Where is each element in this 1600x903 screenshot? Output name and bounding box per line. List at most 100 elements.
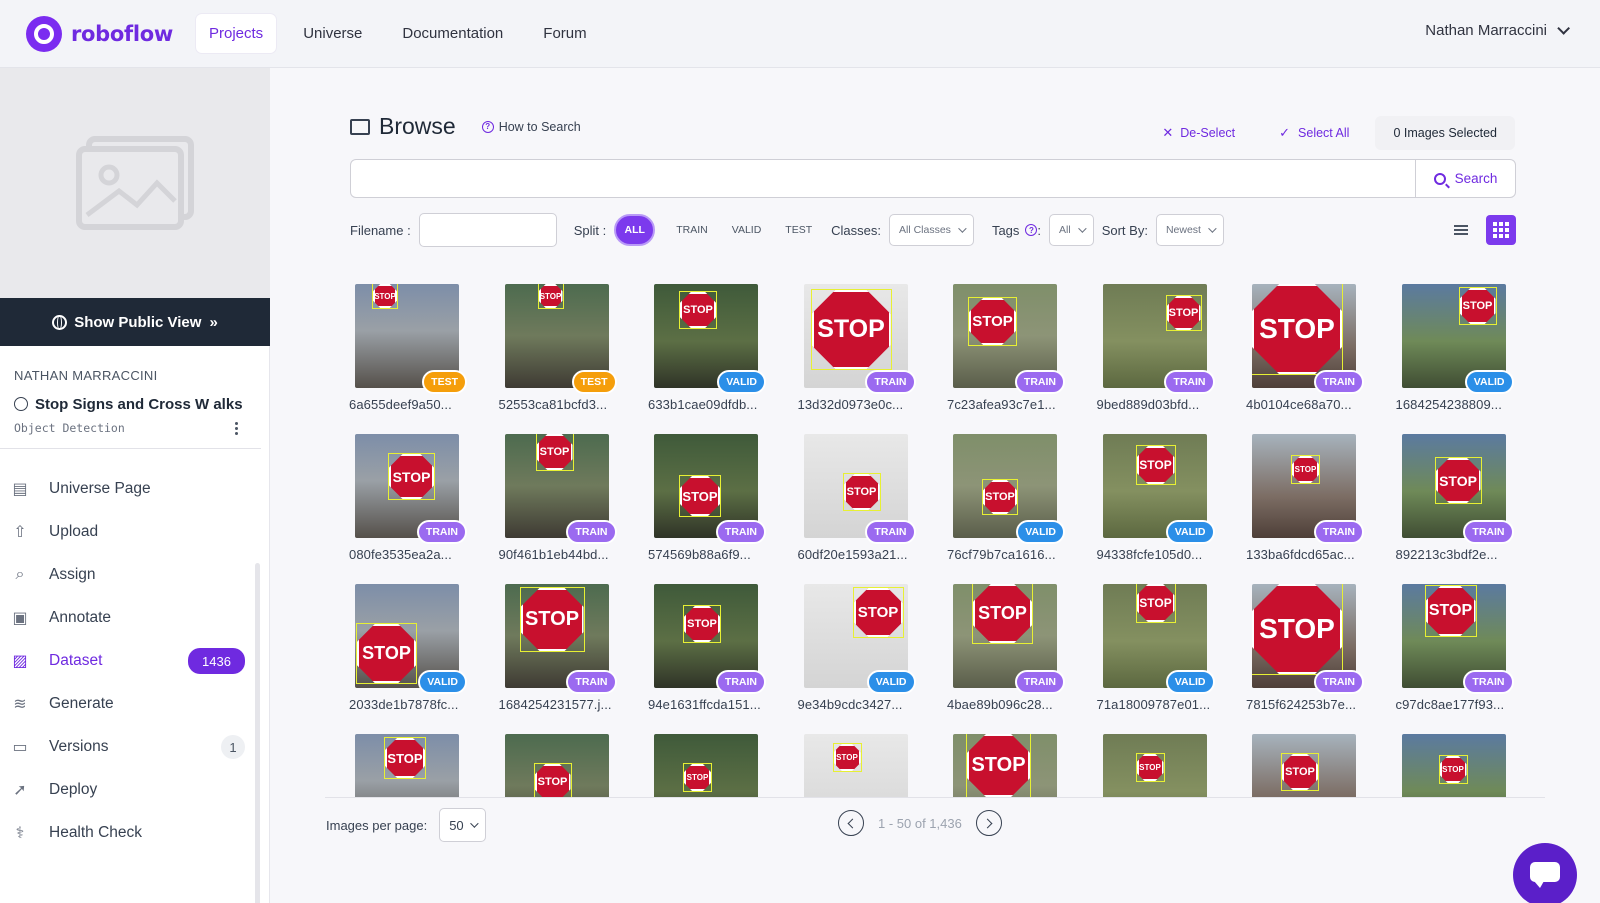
image-card[interactable]: STOP TRAIN 7815f624253b7e... [1246,584,1364,712]
image-card[interactable]: STOP TRAIN 13d32d0973e0c... [798,284,916,412]
split-test[interactable]: TEST [776,214,821,246]
image-thumbnail[interactable]: STOP [1401,734,1506,797]
search-input[interactable] [351,160,1415,197]
image-thumbnail[interactable]: STOP TRAIN [654,434,766,544]
sidebar-item-deploy[interactable]: ➚ Deploy [0,768,269,811]
image-thumbnail[interactable]: STOP [1252,734,1356,797]
image-card[interactable]: STOP TRAIN 90f461b1eb44bd... [499,434,617,562]
image-thumbnail[interactable]: STOP VALID [953,434,1065,544]
image-card[interactable]: STOP TEST 6a655deef9a50... [349,284,467,412]
question-icon[interactable]: ? [1025,224,1038,236]
image-card[interactable]: STOP TRAIN 080fe3535ea2a... [349,434,467,562]
prev-page-button[interactable] [838,810,864,836]
image-thumbnail[interactable]: STOP VALID [355,584,467,694]
image-card[interactable]: STOP TEST 52553ca81bcfd3... [499,284,617,412]
sidebar-scrollbar[interactable] [255,563,260,903]
split-all[interactable]: ALL [614,214,656,246]
image-thumbnail[interactable]: STOP TRAIN [1252,584,1364,694]
sidebar-item-annotate[interactable]: ▣ Annotate [0,596,269,639]
image-thumbnail[interactable]: STOP [1102,734,1207,797]
image-thumbnail[interactable]: STOP TRAIN [953,284,1065,394]
image-thumbnail[interactable]: STOP TRAIN [803,284,916,394]
image-card[interactable]: STOP VALID 2033de1b7878fc... [349,584,467,712]
image-card[interactable]: STOP TRAIN 94e1631ffcda151... [648,584,766,712]
image-thumbnail[interactable]: STOP TRAIN [1102,284,1215,394]
image-thumbnail[interactable]: STOP [654,734,758,797]
image-card[interactable]: STOP TRAIN c97dc8ae177f93... [1396,584,1514,712]
list-view-icon[interactable] [1454,225,1468,235]
sidebar-item-health-check[interactable]: ⚕ Health Check [0,811,269,854]
image-thumbnail[interactable]: STOP [355,734,459,797]
sidebar-item-generate[interactable]: ≋ Generate [0,682,269,725]
image-card[interactable]: STOP [1401,734,1506,797]
grid-view-icon[interactable] [1486,215,1516,245]
per-page-dropdown[interactable]: 50 [439,808,486,842]
image-thumbnail[interactable]: STOP TRAIN [803,434,916,544]
sidebar-item-versions[interactable]: ▭ Versions 1 [0,725,269,768]
image-thumbnail[interactable]: STOP [504,734,609,797]
image-card[interactable]: STOP TRAIN 4b0104ce68a70... [1246,284,1364,412]
search-button[interactable]: Search [1415,160,1515,197]
image-card[interactable]: STOP VALID 1684254238809... [1396,284,1514,412]
image-thumbnail[interactable]: STOP TRAIN [654,584,766,694]
sidebar-item-dataset[interactable]: ▨ Dataset 1436 [0,639,269,682]
image-grid-scroll[interactable]: STOP TEST 6a655deef9a50... STOP TEST 52553ca8… [325,266,1545,798]
image-thumbnail[interactable]: STOP TRAIN [1401,584,1514,694]
image-card[interactable]: STOP TRAIN 7c23afea93c7e1... [947,284,1065,412]
image-card[interactable]: STOP VALID 9e34b9cdc3427... [798,584,916,712]
image-card[interactable]: STOP TRAIN 1684254231577.j... [499,584,617,712]
show-public-view-button[interactable]: Show Public View » [0,298,270,346]
sort-dropdown[interactable]: Newest [1155,214,1224,246]
image-card[interactable]: STOP TRAIN 133ba6fdcd65ac... [1246,434,1364,562]
chat-button[interactable] [1513,843,1577,903]
image-thumbnail[interactable]: STOP TRAIN [1252,284,1364,394]
image-thumbnail[interactable]: STOP TRAIN [504,434,617,544]
image-card[interactable]: STOP [654,734,758,797]
image-card[interactable]: STOP [1252,734,1356,797]
image-thumbnail[interactable]: STOP VALID [654,284,766,394]
project-name[interactable]: Stop Signs and Cross W alks [14,394,255,415]
image-card[interactable]: STOP [355,734,459,797]
classes-dropdown[interactable]: All Classes [889,214,974,246]
image-card[interactable]: STOP [803,734,908,797]
image-card[interactable]: STOP VALID 633b1cae09dfdb... [648,284,766,412]
image-card[interactable]: STOP [953,734,1057,797]
image-thumbnail[interactable]: STOP TEST [504,284,617,394]
image-thumbnail[interactable]: STOP TEST [355,284,467,394]
image-thumbnail[interactable]: STOP [803,734,908,797]
image-thumbnail[interactable]: STOP [953,734,1057,797]
image-thumbnail[interactable]: STOP VALID [1401,284,1514,394]
filename-input[interactable] [418,213,557,247]
image-thumbnail[interactable]: STOP VALID [1102,584,1215,694]
image-thumbnail[interactable]: STOP TRAIN [355,434,467,544]
nav-forum[interactable]: Forum [530,14,599,53]
sidebar-item-assign[interactable]: ⌕ Assign [0,553,269,596]
user-menu[interactable]: Nathan Marraccini [1425,22,1570,39]
image-card[interactable]: STOP TRAIN 574569b88a6f9... [648,434,766,562]
image-thumbnail[interactable]: STOP VALID [1102,434,1215,544]
select-all-button[interactable]: ✓ Select All [1279,125,1349,141]
kebab-menu-icon[interactable] [235,421,239,435]
sidebar-item-upload[interactable]: ⇧ Upload [0,510,269,553]
image-thumbnail[interactable]: STOP TRAIN [504,584,617,694]
split-train[interactable]: TRAIN [667,214,717,246]
nav-documentation[interactable]: Documentation [389,14,516,53]
image-card[interactable]: STOP [504,734,609,797]
image-card[interactable]: STOP VALID 76cf79b7ca1616... [947,434,1065,562]
image-thumbnail[interactable]: STOP TRAIN [1401,434,1514,544]
sidebar-item-universe-page[interactable]: ▤ Universe Page [0,467,269,510]
nav-universe[interactable]: Universe [290,14,375,53]
image-card[interactable]: STOP TRAIN 9bed889d03bfd... [1097,284,1215,412]
image-thumbnail[interactable]: STOP VALID [803,584,916,694]
split-valid[interactable]: VALID [723,214,771,246]
image-card[interactable]: STOP VALID 71a18009787e01... [1097,584,1215,712]
how-to-search-link[interactable]: ? How to Search [481,120,581,134]
image-card[interactable]: STOP [1102,734,1207,797]
roboflow-logo[interactable]: roboflow [26,15,196,52]
tags-dropdown[interactable]: All [1049,214,1094,246]
image-card[interactable]: STOP TRAIN 4bae89b096c28... [947,584,1065,712]
image-card[interactable]: STOP TRAIN 892213c3bdf2e... [1396,434,1514,562]
image-thumbnail[interactable]: STOP TRAIN [953,584,1065,694]
nav-projects[interactable]: Projects [196,14,277,53]
image-thumbnail[interactable]: STOP TRAIN [1252,434,1364,544]
